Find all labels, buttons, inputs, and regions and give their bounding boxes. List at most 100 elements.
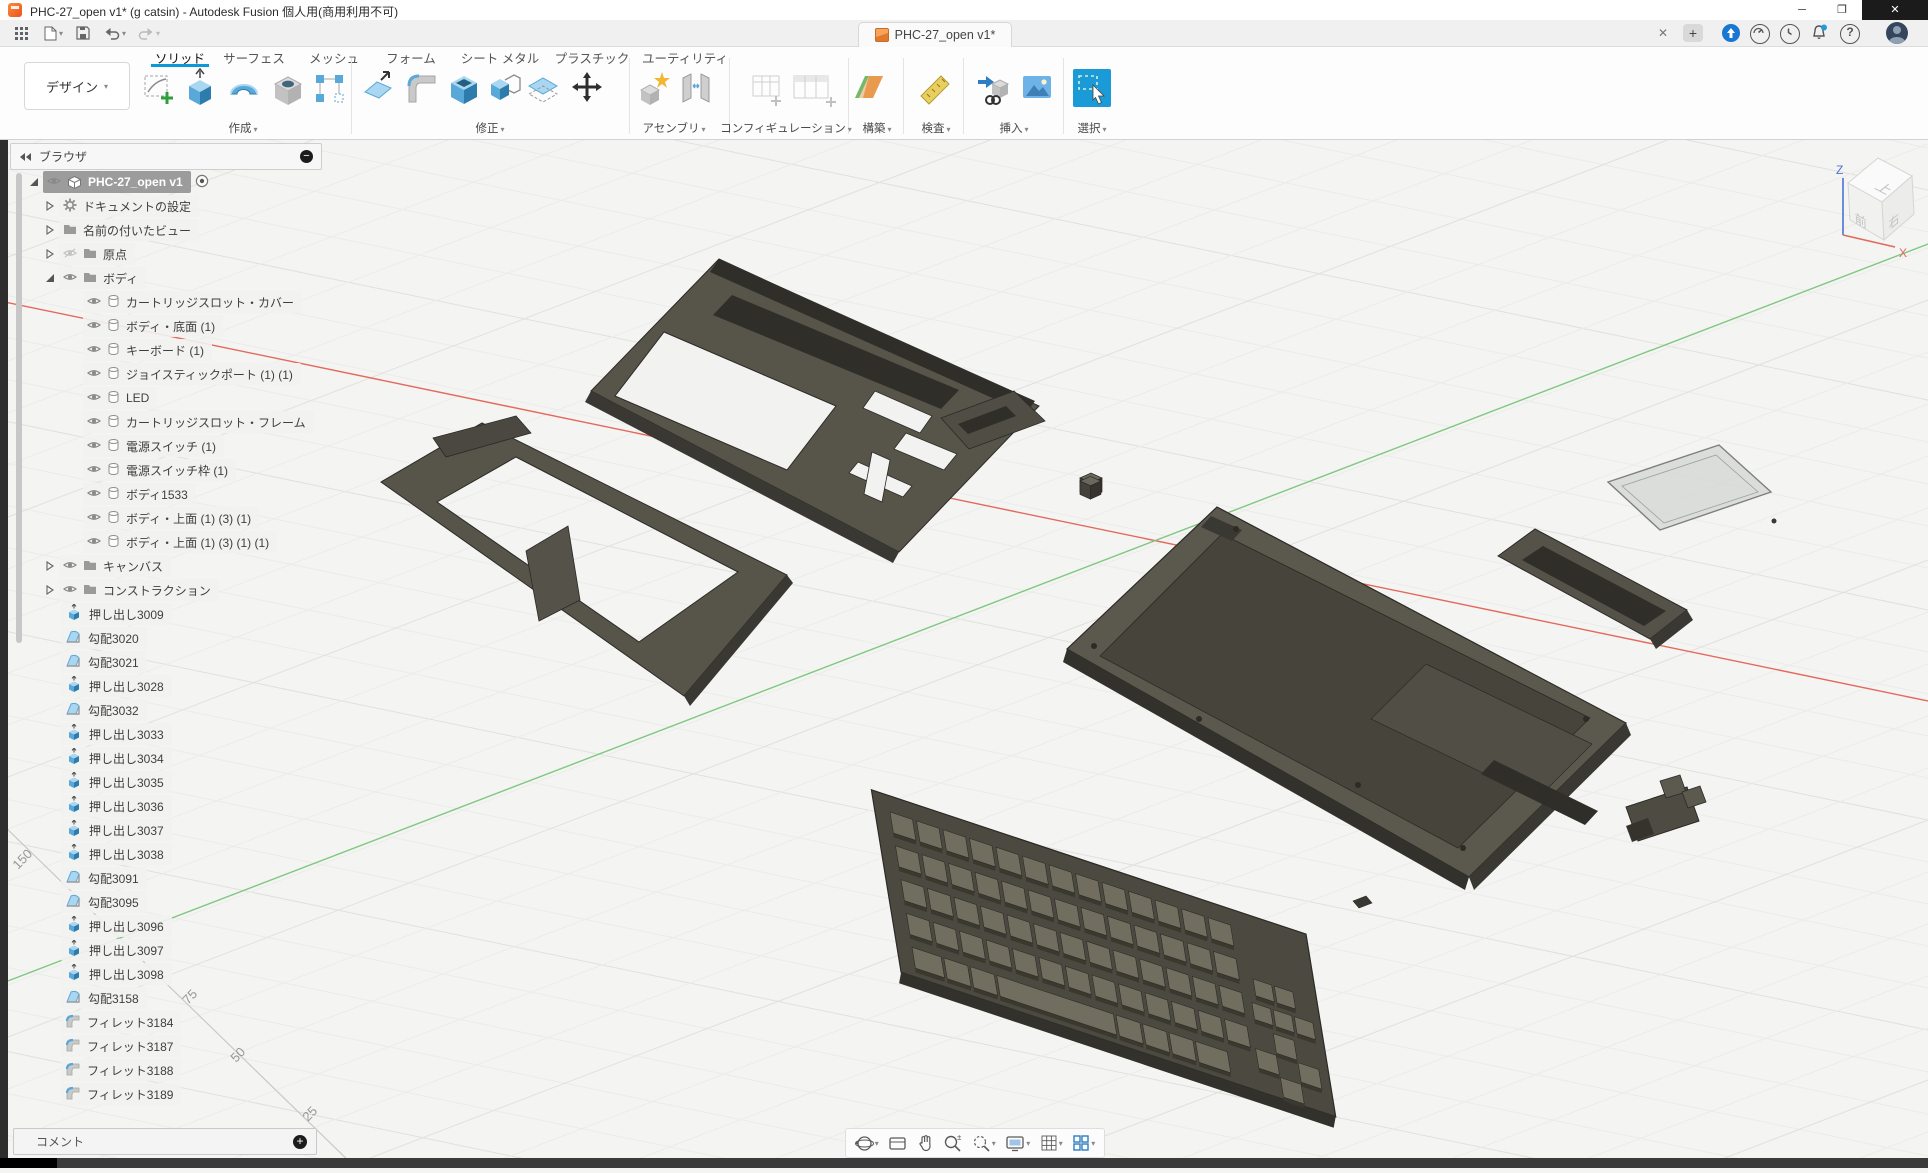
collapse-panel-icon[interactable]: [19, 152, 33, 162]
help-icon[interactable]: ?: [1840, 24, 1860, 44]
workspace-switcher[interactable]: デザイン▾: [24, 62, 130, 110]
fillet-icon[interactable]: [405, 64, 439, 112]
expand-icon[interactable]: [44, 273, 56, 283]
ribbon-tab-5[interactable]: プラスチック: [555, 48, 630, 64]
eye-icon[interactable]: [63, 271, 77, 286]
orbit-icon[interactable]: ▾: [855, 1134, 879, 1153]
revolve-icon[interactable]: [227, 64, 261, 112]
eye-icon[interactable]: [87, 343, 101, 358]
press-pull-icon[interactable]: [361, 64, 395, 112]
offset-face-icon[interactable]: [526, 64, 560, 112]
move-icon[interactable]: [570, 64, 604, 112]
zoom-window-icon[interactable]: ▾: [972, 1134, 996, 1153]
feature-row[interactable]: 押し出し3098: [61, 963, 172, 985]
hole-icon[interactable]: [271, 64, 305, 112]
browser-folder-row[interactable]: 名前の付いたビュー: [44, 219, 199, 241]
feature-row[interactable]: 勾配3020: [61, 627, 147, 649]
minimize-button[interactable]: ─: [1782, 0, 1822, 20]
eye-icon[interactable]: [87, 367, 101, 382]
ribbon-tab-3[interactable]: フォーム: [386, 48, 436, 64]
browser-body-row[interactable]: ボディ・上面 (1) (3) (1): [83, 507, 259, 529]
feature-row[interactable]: 押し出し3036: [61, 795, 172, 817]
ribbon-group-label[interactable]: 検査▾: [921, 120, 950, 136]
ribbon-group-label[interactable]: 選択▾: [1077, 120, 1106, 136]
browser-body-row[interactable]: カートリッジスロット・カバー: [83, 291, 302, 313]
avatar[interactable]: [1886, 22, 1908, 44]
feature-row[interactable]: 押し出し3035: [61, 771, 172, 793]
pattern-icon[interactable]: [313, 64, 347, 112]
ribbon-group-label[interactable]: 修正▾: [475, 120, 504, 136]
part-power-switch-cube-2[interactable]: [1080, 476, 1101, 499]
ribbon-group-label[interactable]: 挿入▾: [999, 120, 1028, 136]
document-tab[interactable]: PHC-27_open v1*: [858, 22, 1012, 47]
browser-body-row[interactable]: 電源スイッチ (1): [83, 435, 224, 457]
job-status-icon[interactable]: [1750, 24, 1770, 44]
ribbon-tab-1[interactable]: サーフェス: [223, 48, 285, 64]
part-small-part[interactable]: [1353, 896, 1372, 908]
select-icon[interactable]: [1073, 64, 1111, 112]
eye-icon[interactable]: [87, 463, 101, 478]
add-comment-icon[interactable]: +: [293, 1135, 307, 1149]
ribbon-group-label[interactable]: コンフィギュレーション▾: [720, 120, 851, 136]
collapse-icon[interactable]: [44, 561, 56, 571]
eye-icon[interactable]: [87, 319, 101, 334]
feature-row[interactable]: フィレット3188: [61, 1059, 181, 1081]
grid-display-icon[interactable]: ▾: [1040, 1134, 1063, 1152]
eye-icon[interactable]: [87, 391, 101, 406]
viewports-icon[interactable]: ▾: [1072, 1134, 1095, 1152]
browser-root-row[interactable]: PHC-27_open v1: [28, 171, 209, 193]
browser-folder-row[interactable]: 原点: [44, 243, 135, 265]
browser-folder-row[interactable]: キャンバス: [44, 555, 171, 577]
create-sketch-icon[interactable]: [141, 64, 175, 112]
feature-row[interactable]: 押し出し3097: [61, 939, 172, 961]
eye-icon[interactable]: [87, 487, 101, 502]
version-history-icon[interactable]: [1780, 24, 1800, 44]
collapse-icon[interactable]: [44, 201, 56, 211]
ribbon-group-label[interactable]: アセンブリ▾: [643, 120, 706, 136]
activate-radio-icon[interactable]: [195, 174, 209, 191]
eye-icon[interactable]: [47, 175, 61, 190]
eye-icon[interactable]: [87, 295, 101, 310]
feature-row[interactable]: 勾配3032: [61, 699, 147, 721]
ribbon-tab-0[interactable]: ソリッド: [155, 48, 205, 64]
expand-icon[interactable]: [28, 177, 40, 187]
ribbon-tab-4[interactable]: シート メタル: [461, 48, 539, 64]
eye-icon[interactable]: [87, 415, 101, 430]
part-connector-block[interactable]: [1626, 775, 1706, 842]
construction-plane-icon[interactable]: [852, 64, 886, 112]
feature-row[interactable]: 押し出し3034: [61, 747, 172, 769]
configuration-table-icon[interactable]: [749, 64, 783, 112]
feature-row[interactable]: フィレット3184: [61, 1011, 181, 1033]
ribbon-group-label[interactable]: 作成▾: [228, 120, 257, 136]
remove-panel-icon[interactable]: −: [300, 150, 313, 163]
extensions-icon[interactable]: [1722, 24, 1740, 42]
restore-button[interactable]: ❐: [1822, 0, 1862, 20]
feature-row[interactable]: 勾配3021: [61, 651, 147, 673]
undo-icon[interactable]: ▾: [104, 23, 126, 43]
eye-icon[interactable]: [63, 559, 77, 574]
ribbon-tab-6[interactable]: ユーティリティ: [642, 48, 728, 64]
collapse-icon[interactable]: [44, 585, 56, 595]
feature-row[interactable]: 押し出し3038: [61, 843, 172, 865]
feature-row[interactable]: 勾配3158: [61, 987, 147, 1009]
browser-body-row[interactable]: ボディ・底面 (1): [83, 315, 223, 337]
part-cartridge-slot-bar[interactable]: [1498, 529, 1693, 649]
look-at-icon[interactable]: [888, 1135, 907, 1152]
collapse-icon[interactable]: [44, 225, 56, 235]
eye-icon[interactable]: [87, 535, 101, 550]
pan-icon[interactable]: [917, 1134, 934, 1152]
feature-row[interactable]: 押し出し3096: [61, 915, 172, 937]
eye-icon[interactable]: [87, 511, 101, 526]
close-button[interactable]: ✕: [1862, 0, 1928, 20]
zoom-icon[interactable]: ±: [943, 1134, 962, 1153]
feature-row[interactable]: 押し出し3037: [61, 819, 172, 841]
insert-image-icon[interactable]: [1020, 64, 1054, 112]
eye-icon[interactable]: [87, 439, 101, 454]
new-component-icon[interactable]: [637, 64, 671, 112]
file-menu-icon[interactable]: ▾: [44, 23, 63, 43]
app-grid-menu-icon[interactable]: [14, 23, 28, 43]
comment-bar[interactable]: コメント +: [13, 1128, 317, 1155]
extrude-icon[interactable]: [183, 64, 217, 112]
browser-panel-header[interactable]: ブラウザ −: [10, 143, 322, 170]
browser-scrollbar[interactable]: [16, 173, 22, 643]
